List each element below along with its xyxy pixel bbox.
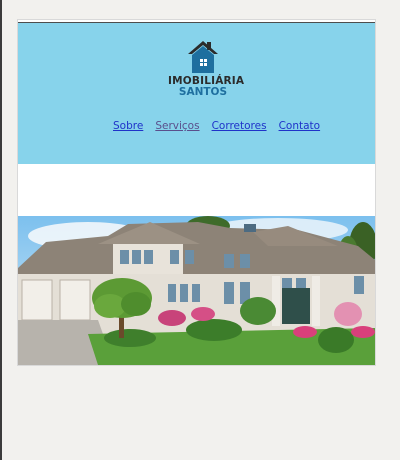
house-photo — [18, 216, 375, 365]
brand-logo[interactable]: IMOBILIÁRIA SANTOS — [168, 37, 244, 103]
nav-link-sobre[interactable]: Sobre — [113, 120, 143, 136]
site-header: IMOBILIÁRIA SANTOS Sobre Serviços Corret… — [18, 22, 375, 165]
hero-house-image — [18, 216, 375, 365]
nav-link-corretores[interactable]: Corretores — [212, 120, 267, 136]
spacer-band — [18, 164, 375, 216]
brand-name-line2: SANTOS — [178, 86, 228, 98]
house-logo-icon — [188, 41, 218, 73]
window-edge — [0, 0, 2, 460]
webpage: IMOBILIÁRIA SANTOS Sobre Serviços Corret… — [18, 20, 375, 365]
nav-link-contato[interactable]: Contato — [279, 120, 321, 136]
nav-link-servicos[interactable]: Serviços — [155, 120, 199, 136]
main-nav: Sobre Serviços Corretores Contato — [113, 120, 320, 136]
